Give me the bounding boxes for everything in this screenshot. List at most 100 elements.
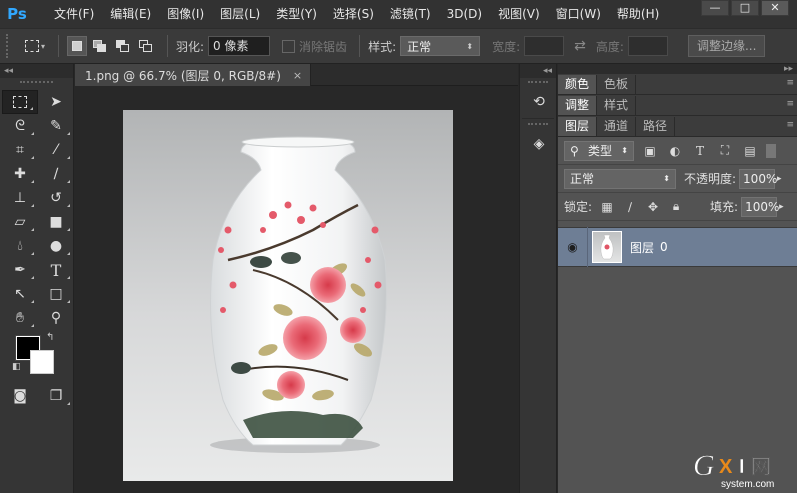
path-select-tool[interactable]: ↖ [2, 282, 38, 306]
maximize-button[interactable]: □ [731, 0, 759, 16]
menu-layer[interactable]: 图层(L) [212, 0, 268, 28]
eraser-tool[interactable]: ▱ [2, 210, 38, 234]
tool-preset-picker[interactable]: ▾ [20, 34, 50, 58]
default-colors-icon[interactable]: ◧ [12, 362, 21, 372]
type-filter-icon[interactable]: T [691, 142, 709, 160]
history-brush-tool[interactable]: ↺ [38, 186, 74, 210]
close-tab-icon[interactable]: × [293, 69, 302, 82]
collapse-icon[interactable]: ◂◂ [520, 64, 556, 78]
3d-panel-button[interactable]: ◈ [526, 132, 552, 156]
type-tool[interactable]: T [38, 258, 74, 282]
history-panel-button[interactable]: ⟲ [526, 90, 552, 114]
subtract-selection-icon [116, 40, 130, 52]
opacity-input[interactable]: 100% [739, 168, 777, 189]
antialias-checkbox[interactable] [282, 39, 296, 53]
close-button[interactable]: ✕ [761, 0, 789, 16]
add-selection-button[interactable] [90, 36, 110, 56]
gradient-tool[interactable]: ■ [38, 210, 74, 234]
shape-filter-icon[interactable]: ⛶ [716, 142, 734, 160]
panel-menu-icon[interactable]: ≡ [786, 78, 793, 88]
style-select[interactable]: 正常 ⬍ [400, 36, 481, 56]
tab-adjustments[interactable]: 调整 [558, 96, 598, 115]
lock-position-icon[interactable]: ✥ [645, 199, 661, 215]
swap-icon[interactable]: ⇄ [574, 38, 586, 54]
search-icon: ⚲ [570, 143, 579, 158]
rect-marquee-tool[interactable] [2, 90, 38, 114]
layer-thumbnail [592, 231, 622, 263]
new-selection-button[interactable] [67, 36, 87, 56]
menu-items: 文件(F) 编辑(E) 图像(I) 图层(L) 类型(Y) 选择(S) 滤镜(T… [46, 0, 667, 28]
screen-mode-button[interactable]: ❐ [38, 384, 74, 408]
image-filter-icon[interactable]: ▣ [641, 142, 659, 160]
clone-stamp-tool[interactable]: ⊥ [2, 186, 38, 210]
tab-channels[interactable]: 通道 [597, 117, 637, 136]
smart-object-filter-icon[interactable]: ▤ [741, 142, 759, 160]
menu-view[interactable]: 视图(V) [490, 0, 548, 28]
menu-edit[interactable]: 编辑(E) [102, 0, 159, 28]
svg-text:G: G [693, 449, 715, 482]
shape-tool[interactable]: □ [38, 282, 74, 306]
lasso-tool[interactable]: ᘓ [2, 114, 38, 138]
collapse-icon[interactable]: ▸▸ [558, 64, 797, 74]
dodge-tool[interactable]: ● [38, 234, 74, 258]
move-tool[interactable]: ➤ [38, 90, 74, 114]
blur-tool[interactable]: 💧︎ [2, 234, 38, 258]
opacity-dropdown-icon[interactable]: ▸ [777, 174, 782, 184]
document-tab[interactable]: 1.png @ 66.7% (图层 0, RGB/8#) × [75, 64, 312, 86]
tab-styles[interactable]: 样式 [597, 96, 637, 115]
menu-window[interactable]: 窗口(W) [548, 0, 609, 28]
menu-type[interactable]: 类型(Y) [268, 0, 325, 28]
menu-file[interactable]: 文件(F) [46, 0, 102, 28]
tab-paths[interactable]: 路径 [636, 117, 676, 136]
menu-filter[interactable]: 滤镜(T) [382, 0, 439, 28]
visibility-toggle[interactable]: ◉ [558, 227, 588, 267]
tab-swatches[interactable]: 色板 [597, 75, 637, 94]
quick-mask-button[interactable]: ◙ [2, 384, 38, 408]
zoom-tool[interactable]: ⚲ [38, 306, 74, 330]
eyedropper-tool[interactable]: ⁄ [38, 138, 74, 162]
menu-3d[interactable]: 3D(D) [439, 0, 490, 28]
toolbar-grip[interactable] [20, 81, 53, 87]
fill-input[interactable]: 100% [741, 196, 779, 217]
hand-tool[interactable]: ✋︎ [2, 306, 38, 330]
background-color[interactable] [30, 350, 54, 374]
swap-colors-icon[interactable]: ↰ [46, 332, 54, 343]
adjustment-filter-icon[interactable]: ◐ [666, 142, 684, 160]
panel-menu-icon[interactable]: ≡ [786, 120, 793, 130]
menu-help[interactable]: 帮助(H) [609, 0, 667, 28]
intersect-selection-button[interactable] [136, 36, 156, 56]
lock-transparency-icon[interactable]: ▦ [599, 199, 615, 215]
layer-filter-row: ⚲ 类型 ⬍ ▣ ◐ T ⛶ ▤ [558, 137, 797, 165]
menu-image[interactable]: 图像(I) [159, 0, 212, 28]
options-grip[interactable] [6, 34, 12, 58]
window-controls: — □ ✕ [699, 0, 789, 18]
filter-toggle-icon[interactable] [766, 143, 776, 158]
path-select-icon: ↖ [14, 286, 26, 302]
panel-menu-icon[interactable]: ≡ [786, 99, 793, 109]
menu-select[interactable]: 选择(S) [325, 0, 382, 28]
collapse-icon[interactable]: ◂◂ [0, 64, 73, 78]
brush-tool[interactable]: ∕ [38, 162, 74, 186]
lock-all-icon[interactable]: 🔒︎ [668, 199, 684, 215]
divider [522, 118, 554, 119]
image-canvas[interactable] [123, 110, 453, 481]
feather-input[interactable]: 0 像素 [208, 36, 271, 56]
layer-row[interactable]: ◉ 图层 0 [558, 227, 797, 267]
layer-kind-select[interactable]: ⚲ 类型 ⬍ [564, 140, 634, 161]
quick-select-tool[interactable]: ✎ [38, 114, 74, 138]
crop-tool[interactable]: ⌗ [2, 138, 38, 162]
lock-pixels-icon[interactable]: ∕ [622, 199, 638, 215]
width-input[interactable] [524, 36, 565, 56]
refine-edge-button[interactable]: 调整边缘... [687, 35, 766, 57]
tab-layers[interactable]: 图层 [558, 117, 598, 136]
pen-tool[interactable]: ✒ [2, 258, 38, 282]
healing-brush-tool[interactable]: ✚ [2, 162, 38, 186]
strip-grip[interactable] [528, 81, 548, 87]
height-input[interactable] [627, 36, 668, 56]
blend-mode-select[interactable]: 正常 ⬍ [564, 168, 676, 189]
fill-dropdown-icon[interactable]: ▸ [779, 202, 784, 212]
strip-grip[interactable] [528, 123, 548, 129]
minimize-button[interactable]: — [701, 0, 729, 16]
tab-color[interactable]: 颜色 [558, 75, 598, 94]
subtract-selection-button[interactable] [113, 36, 133, 56]
